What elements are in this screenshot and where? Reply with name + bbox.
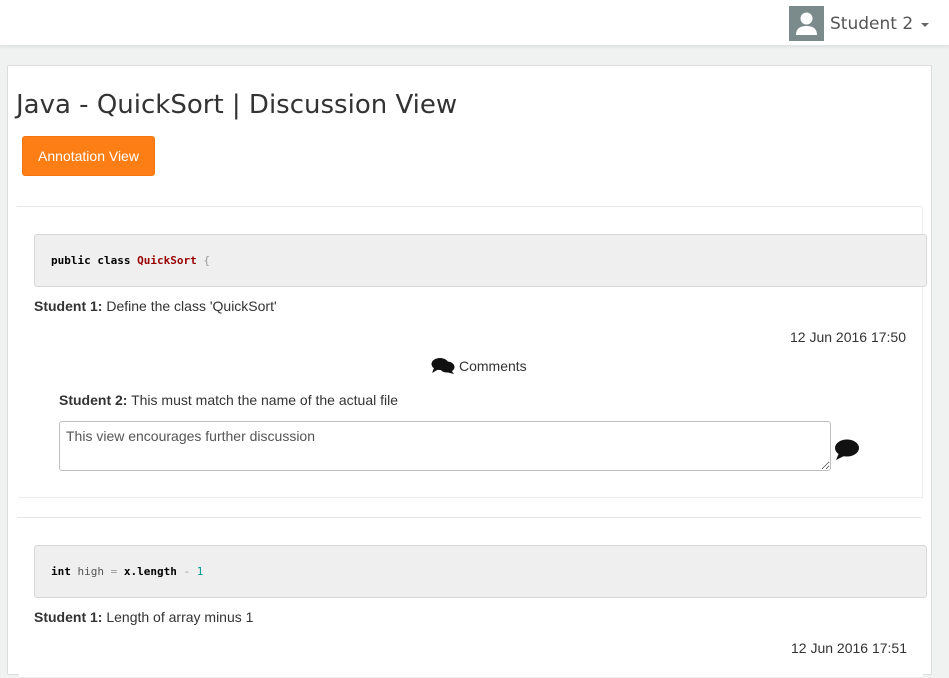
annotation-text: Student 1: Length of array minus 1: [34, 609, 253, 625]
comment-item: Student 2: This must match the name of t…: [59, 392, 398, 408]
top-navbar: Student 2: [0, 0, 949, 46]
code-property: .length: [130, 565, 177, 578]
code-snippet: int high = x .length - 1: [34, 545, 927, 598]
caret-down-icon: [921, 23, 930, 27]
annotation-author: Student 1:: [34, 609, 103, 625]
annotation-timestamp: 12 Jun 2016 17:51: [791, 640, 907, 656]
annotation-card: public class QuickSort { Student 1: Defi…: [19, 207, 927, 498]
user-name: Student 2: [830, 13, 914, 34]
user-icon: [789, 6, 824, 41]
comment-body: This must match the name of the actual f…: [131, 392, 398, 408]
code-keyword: class: [97, 254, 131, 267]
code-keyword: public: [51, 254, 91, 267]
annotation-author: Student 1:: [34, 298, 103, 314]
code-snippet: public class QuickSort {: [34, 234, 927, 287]
comments-toggle[interactable]: Comments: [431, 357, 527, 375]
annotation-view-button[interactable]: Annotation View: [22, 136, 155, 176]
comments-icon: [431, 358, 455, 374]
annotation-timestamp: 12 Jun 2016 17:50: [790, 329, 906, 345]
code-identifier: QuickSort: [137, 254, 197, 267]
code-operator: =: [110, 565, 118, 578]
main-panel: Java - QuickSort | Discussion View Annot…: [7, 65, 932, 678]
code-keyword: int: [51, 565, 71, 578]
code-variable: high: [77, 565, 105, 578]
code-operator: -: [183, 565, 191, 578]
annotation-text: Student 1: Define the class 'QuickSort': [34, 298, 277, 314]
comment-author: Student 2:: [59, 392, 128, 408]
comments-label: Comments: [459, 358, 527, 374]
annotation-body: Define the class 'QuickSort': [106, 298, 277, 314]
comment-input[interactable]: This view encourages further discussion: [59, 421, 831, 471]
code-object: x: [123, 565, 131, 578]
page-title: Java - QuickSort | Discussion View: [16, 90, 458, 120]
code-number: 1: [196, 565, 204, 578]
comment-icon[interactable]: [834, 439, 860, 461]
code-punctuation: {: [203, 254, 210, 267]
annotation-body: Length of array minus 1: [106, 609, 254, 625]
annotation-card: int high = x .length - 1 Student 1: Lengt…: [19, 518, 927, 678]
user-menu[interactable]: Student 2: [789, 6, 930, 41]
